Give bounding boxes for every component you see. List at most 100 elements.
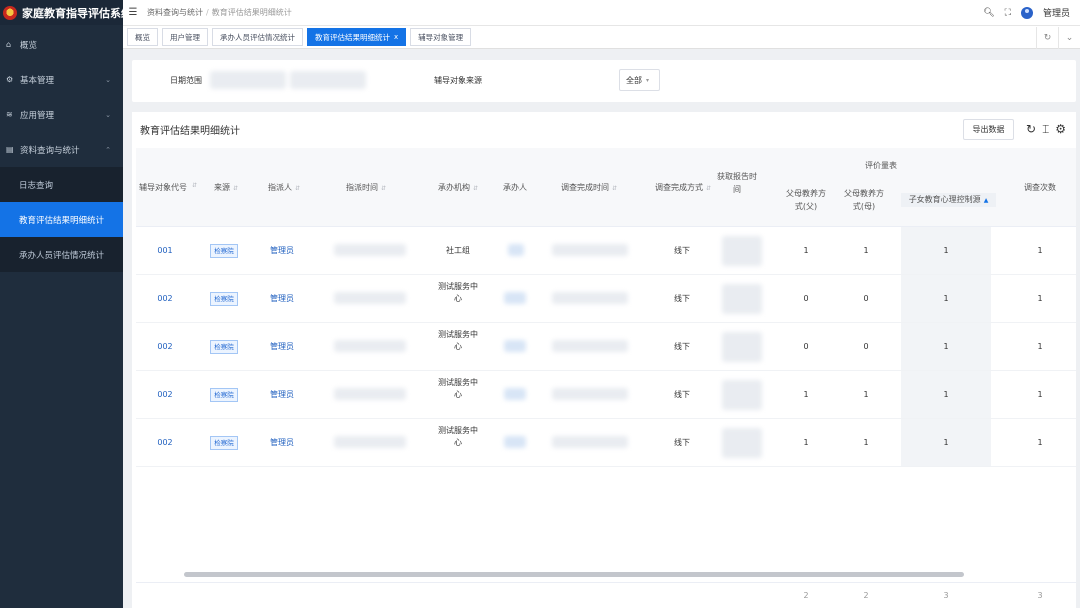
sort-icon[interactable]: ⇵	[295, 185, 300, 192]
th-count[interactable]: 调查次数	[1016, 181, 1064, 194]
menu-toggle-icon[interactable]: ☰	[123, 7, 143, 18]
table-row[interactable]: 002 检察院 管理员 测试服务中心 线下 0 0 1 1	[136, 275, 1076, 323]
th-label: 获取报告时间	[717, 172, 757, 194]
table-row[interactable]: 002 检察院 管理员 测试服务中心 线下 0 0 1 1	[136, 323, 1076, 371]
table-row[interactable]: 002 检察院 管理员 测试服务中心 线下 1 1 1 1	[136, 371, 1076, 419]
survey-time-value	[552, 436, 628, 448]
th-child[interactable]: 子女教育心理控制源 ▲	[901, 193, 996, 207]
breadcrumb-parent[interactable]: 资料查询与统计	[147, 8, 203, 17]
handler-value	[504, 292, 526, 304]
th-survey-time[interactable]: 调查完成时间 ⇵	[544, 181, 634, 195]
folder-icon: ▤	[6, 145, 14, 154]
sort-icon[interactable]: ⇵	[706, 185, 711, 192]
th-mother[interactable]: 父母教养方式(母)	[842, 187, 886, 213]
close-icon[interactable]: x	[394, 33, 398, 41]
sort-icon[interactable]: ⇵	[473, 185, 478, 192]
export-button[interactable]: 导出数据	[963, 119, 1014, 140]
horizontal-scrollbar[interactable]	[184, 572, 964, 577]
sort-icon[interactable]: ⇵	[381, 185, 386, 192]
report-time-value	[722, 332, 762, 362]
sidebar-subitem-edu-eval-stats[interactable]: 教育评估结果明细统计	[0, 202, 123, 237]
count-value: 1	[1037, 246, 1043, 255]
tab-user-management[interactable]: 用户管理	[162, 28, 208, 46]
th-org[interactable]: 承办机构 ⇵	[428, 181, 488, 195]
chevron-down-icon[interactable]: ⌄	[1058, 26, 1080, 49]
father-score: 1	[803, 246, 809, 255]
avatar[interactable]	[1020, 6, 1033, 19]
sidebar-item-data-query[interactable]: ▤ 资料查询与统计 ⌃	[0, 132, 123, 167]
refresh-icon[interactable]: ↻	[1036, 26, 1058, 49]
assign-time-value	[334, 388, 406, 400]
handler-value	[504, 436, 526, 448]
th-assign-time[interactable]: 指派时间 ⇵	[326, 181, 406, 195]
sidebar-item-overview[interactable]: ⌂ 概览	[0, 27, 123, 62]
assigner-link[interactable]: 管理员	[260, 389, 304, 401]
sidebar-item-basic-management[interactable]: ⚙ 基本管理 ⌄	[0, 62, 123, 97]
column-height-icon[interactable]: ⌶	[1042, 119, 1049, 140]
badge-text: 检察院	[210, 340, 238, 354]
th-code[interactable]: 辅导对象代号	[136, 181, 190, 194]
tab-handler-eval-stats[interactable]: 承办人员评估情况统计	[212, 28, 303, 46]
th-label: 指派时间	[345, 183, 378, 192]
th-label: 子女教育心理控制源	[908, 195, 981, 204]
th-source[interactable]: 来源 ⇵	[206, 181, 246, 195]
date-start-input[interactable]	[210, 71, 286, 89]
settings-icon[interactable]: ⚙	[1055, 119, 1066, 140]
badge-text: 检察院	[210, 436, 238, 450]
th-father[interactable]: 父母教养方式(父)	[784, 187, 828, 213]
code-link[interactable]: 002	[146, 437, 184, 449]
th-label: 评价量表	[865, 161, 897, 170]
assigner-link[interactable]: 管理员	[260, 341, 304, 353]
search-icon[interactable]: 🔍︎	[983, 8, 994, 18]
th-assigner[interactable]: 指派人 ⇵	[254, 181, 314, 195]
th-label: 指派人	[267, 183, 292, 192]
source-select[interactable]: 全部 ▾	[619, 69, 660, 91]
sort-icon[interactable]: ⇵	[233, 185, 238, 192]
filter-panel: 日期范围 辅导对象来源 全部 ▾	[132, 60, 1076, 102]
table-row[interactable]: 002 检察院 管理员 测试服务中心 线下 1 1 1 1	[136, 419, 1076, 467]
th-label: 父母教养方式(母)	[844, 189, 884, 211]
code-link[interactable]: 001	[146, 245, 184, 257]
assigner-link[interactable]: 管理员	[260, 437, 304, 449]
sidebar: 家庭教育指导评估系统 ⌂ 概览 ⚙ 基本管理 ⌄ ≋ 应用管理 ⌄ ▤ 资料查询…	[0, 0, 132, 608]
table-row[interactable]: 001 检察院 管理员 社工组 线下 1 1 1 1	[136, 227, 1076, 275]
tags-view: 概览 用户管理 承办人员评估情况统计 教育评估结果明细统计 x 辅导对象管理 ↻ …	[123, 25, 1080, 49]
chevron-down-icon: ⌄	[105, 75, 111, 84]
sidebar-menu: ⌂ 概览 ⚙ 基本管理 ⌄ ≋ 应用管理 ⌄ ▤ 资料查询与统计 ⌃ 日志查询 …	[0, 27, 123, 272]
app-brand: 家庭教育指导评估系统	[0, 0, 132, 25]
user-name[interactable]: 管理员	[1043, 6, 1070, 19]
sidebar-subitem-log-query[interactable]: 日志查询	[0, 167, 123, 202]
sidebar-item-app-management[interactable]: ≋ 应用管理 ⌄	[0, 97, 123, 132]
table-summary-row: 2 2 3 3	[136, 582, 1076, 608]
card-title: 教育评估结果明细统计	[140, 126, 240, 137]
method-value: 线下	[674, 390, 690, 399]
assigner-link[interactable]: 管理员	[260, 293, 304, 305]
tab-edu-eval-stats[interactable]: 教育评估结果明细统计 x	[307, 28, 407, 46]
th-handler[interactable]: 承办人	[496, 181, 534, 194]
tab-target-management[interactable]: 辅导对象管理	[410, 28, 472, 46]
assigner-link[interactable]: 管理员	[260, 245, 304, 257]
home-icon: ⌂	[6, 40, 12, 49]
tab-overview[interactable]: 概览	[127, 28, 158, 46]
fullscreen-icon[interactable]: ⛶	[1005, 8, 1011, 18]
count-value: 1	[1037, 294, 1043, 303]
th-report-time[interactable]: 获取报告时间	[716, 170, 758, 196]
code-link[interactable]: 002	[146, 389, 184, 401]
mother-score: 0	[863, 294, 869, 303]
sort-icon[interactable]: ⇵	[192, 182, 197, 189]
sort-icon[interactable]: ⇵	[612, 185, 617, 192]
father-score: 1	[803, 390, 809, 399]
date-range-label: 日期范围	[170, 76, 202, 85]
source-badge: 检察院	[204, 292, 244, 306]
code-link[interactable]: 002	[146, 293, 184, 305]
date-end-input[interactable]	[290, 71, 366, 89]
sort-icon[interactable]: ▲	[984, 197, 989, 204]
refresh-icon[interactable]: ↻	[1026, 119, 1036, 140]
sidebar-item-label: 概览	[20, 40, 38, 51]
th-survey-method[interactable]: 调查完成方式 ⇵	[642, 181, 724, 195]
assign-time-value	[334, 244, 406, 256]
total-count: 3	[1037, 591, 1043, 600]
code-link[interactable]: 002	[146, 341, 184, 353]
sidebar-subitem-handler-eval-stats[interactable]: 承办人员评估情况统计	[0, 237, 123, 272]
report-time-value	[722, 428, 762, 458]
